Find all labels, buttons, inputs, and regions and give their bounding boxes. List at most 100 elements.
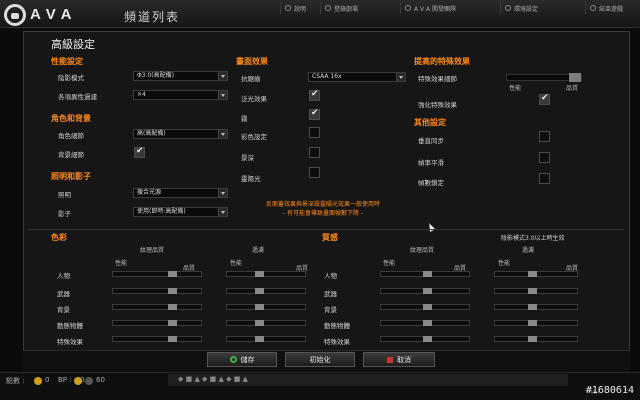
color-texture-quality-header: 紋理品質 — [140, 247, 165, 254]
slider-knob[interactable] — [528, 320, 537, 326]
effect-detail-slider[interactable] — [506, 73, 582, 82]
aa-select[interactable]: CSAA 16x — [308, 72, 406, 82]
fog-checkbox[interactable] — [309, 108, 320, 120]
color-background-filter-slider[interactable] — [226, 304, 306, 310]
vsync-checkbox[interactable] — [539, 131, 550, 142]
texture-dynamic-filter-slider[interactable] — [494, 320, 578, 326]
shader-mode-select[interactable]: Φ3.0(高配備) — [133, 71, 228, 81]
char-detail-label: 角色細節 — [58, 132, 84, 140]
save-button[interactable]: 儲存 — [207, 352, 277, 367]
aa-value: CSAA 16x — [312, 73, 342, 80]
texture-row-background: 背景 — [324, 306, 337, 314]
texture-character-texture-slider[interactable] — [380, 271, 470, 277]
slider-knob[interactable] — [423, 271, 432, 277]
enhance-effect-label: 強化特殊效果 — [418, 101, 457, 109]
sunlight-checkbox[interactable] — [309, 167, 320, 178]
cancel-button[interactable]: 取消 — [363, 352, 435, 367]
color-dynamic-filter-slider[interactable] — [226, 320, 306, 326]
texture-perf-header-1: 性能 — [383, 260, 396, 267]
reset-button[interactable]: 初始化 — [285, 352, 355, 367]
app-logo-text: AVA — [30, 6, 78, 23]
chevron-down-icon — [218, 72, 227, 80]
slider-knob[interactable] — [168, 271, 177, 277]
nav-settings[interactable]: 環境設定 — [500, 2, 542, 14]
reset-button-label: 初始化 — [309, 355, 331, 364]
texture-quality-header: 紋理品質 — [410, 247, 435, 254]
color-setting-checkbox[interactable] — [309, 127, 320, 138]
char-detail-select[interactable]: 高(高配備) — [133, 129, 228, 139]
slider-knob[interactable] — [423, 288, 432, 294]
texture-character-filter-slider[interactable] — [494, 271, 578, 277]
nav-exit[interactable]: 結束遊戲 — [585, 2, 627, 14]
texture-weapon-filter-slider[interactable] — [494, 288, 578, 294]
slider-knob[interactable] — [255, 271, 264, 277]
color-weapon-filter-slider[interactable] — [226, 288, 306, 294]
slider-knob[interactable] — [168, 304, 177, 310]
nav-help-label: 說明 — [294, 5, 307, 13]
effect-detail-label: 特殊效果細節 — [418, 75, 457, 83]
color-background-texture-slider[interactable] — [112, 304, 202, 310]
nav-help[interactable]: 說明 — [280, 2, 310, 14]
eu-value: 60 — [96, 376, 105, 384]
texture-background-texture-slider[interactable] — [380, 304, 470, 310]
slider-knob[interactable] — [255, 320, 264, 326]
bg-detail-label: 背景細節 — [58, 151, 84, 159]
frame-lock-label: 幀數鎖定 — [418, 179, 444, 187]
color-character-texture-slider[interactable] — [112, 271, 202, 277]
slider-knob[interactable] — [528, 271, 537, 277]
bg-detail-checkbox[interactable] — [134, 146, 145, 158]
dof-checkbox[interactable] — [309, 147, 320, 158]
texture-effects-filter-slider[interactable] — [494, 336, 578, 342]
texture-dynamic-texture-slider[interactable] — [380, 320, 470, 326]
bloom-checkbox[interactable] — [309, 89, 320, 101]
color-dynamic-texture-slider[interactable] — [112, 320, 202, 326]
texture-perf-header-2: 性能 — [498, 260, 511, 267]
enhance-effect-checkbox[interactable] — [539, 93, 550, 105]
texture-row-effects: 特殊效果 — [324, 338, 350, 346]
texture-effects-texture-slider[interactable] — [380, 336, 470, 342]
color-character-filter-slider[interactable] — [226, 271, 306, 277]
save-button-label: 儲存 — [240, 355, 255, 364]
effect-perf-label: 性能 — [509, 85, 522, 92]
shadow-select[interactable]: 使用(即時:高配備) — [133, 207, 228, 217]
color-row-weapon: 武器 — [57, 290, 70, 298]
texture-background-filter-slider[interactable] — [494, 304, 578, 310]
frame-smooth-checkbox[interactable] — [539, 152, 550, 163]
slider-knob[interactable] — [528, 288, 537, 294]
texture-weapon-texture-slider[interactable] — [380, 288, 470, 294]
slider-knob[interactable] — [528, 336, 537, 342]
color-effects-texture-slider[interactable] — [112, 336, 202, 342]
color-weapon-texture-slider[interactable] — [112, 288, 202, 294]
nav-dev-team[interactable]: A V A 開發團隊 — [400, 2, 460, 14]
color-effects-filter-slider[interactable] — [226, 336, 306, 342]
slider-knob[interactable] — [423, 304, 432, 310]
chevron-down-icon — [218, 189, 227, 197]
effect-detail-slider-knob[interactable] — [569, 73, 581, 82]
slider-knob[interactable] — [168, 336, 177, 342]
lighting-select[interactable]: 複合光源 — [133, 188, 228, 198]
shader-mode-label: 陰影模式 — [58, 74, 84, 82]
anisotropic-select[interactable]: ×4 — [133, 90, 228, 100]
chevron-down-icon — [218, 208, 227, 216]
slider-knob[interactable] — [255, 336, 264, 342]
color-perf-header-2: 性能 — [230, 260, 243, 267]
slider-knob[interactable] — [168, 288, 177, 294]
points-label: 點數 : — [6, 377, 25, 385]
shader-mode-value: Φ3.0(高配備) — [137, 72, 174, 79]
points-value: 0 — [45, 376, 50, 384]
chevron-down-icon — [218, 91, 227, 99]
slider-knob[interactable] — [255, 288, 264, 294]
texture-row-weapon: 武器 — [324, 290, 337, 298]
nav-dev-team-label: A V A 開發團隊 — [414, 5, 457, 13]
cancel-button-label: 取消 — [397, 355, 411, 364]
slider-knob[interactable] — [423, 336, 432, 342]
slider-knob[interactable] — [255, 304, 264, 310]
slider-knob[interactable] — [423, 320, 432, 326]
ava-logo-icon — [4, 4, 26, 26]
nav-theater[interactable]: 登錄劇場 — [320, 2, 362, 14]
slider-knob[interactable] — [168, 320, 177, 326]
performance-warning: 反面蓋效果與景深設靈陽光效果一般使用時 - 有可能會導致畫面幀數下降 - — [248, 200, 398, 218]
slider-knob[interactable] — [528, 304, 537, 310]
ad-ticker-text: ◆ ■ ▲ ◆ ■ ▲ ◆ ■ ▲ — [178, 375, 248, 383]
frame-lock-checkbox[interactable] — [539, 173, 550, 184]
